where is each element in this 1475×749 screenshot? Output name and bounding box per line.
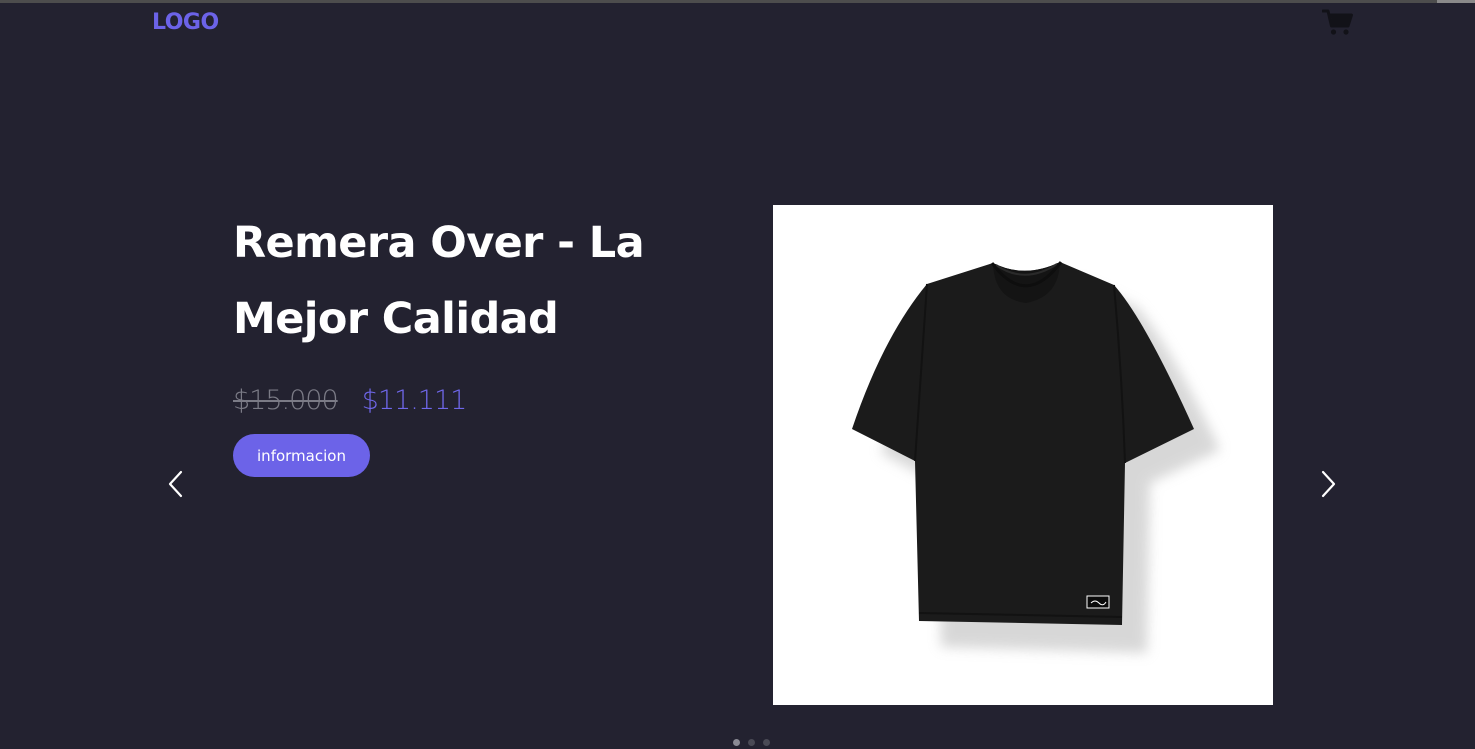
product-image <box>773 205 1273 705</box>
old-price: $15.000 <box>233 384 339 416</box>
carousel-dot-1[interactable] <box>733 739 740 746</box>
tshirt-image <box>852 261 1220 653</box>
shopping-cart-icon[interactable] <box>1321 8 1354 36</box>
chevron-left-icon[interactable] <box>166 470 186 498</box>
carousel-indicators <box>733 739 770 746</box>
product-title: Remera Over - La Mejor Calidad <box>233 218 645 344</box>
price-group: $15.000 $11.111 <box>233 380 468 420</box>
sale-price: $11.111 <box>361 384 468 416</box>
chevron-right-icon[interactable] <box>1318 470 1338 498</box>
info-button[interactable]: informacion <box>233 434 370 477</box>
carousel-dot-2[interactable] <box>748 739 755 746</box>
browser-top-strip <box>0 0 1475 3</box>
logo[interactable]: LOGO <box>152 8 219 38</box>
carousel-dot-3[interactable] <box>763 739 770 746</box>
